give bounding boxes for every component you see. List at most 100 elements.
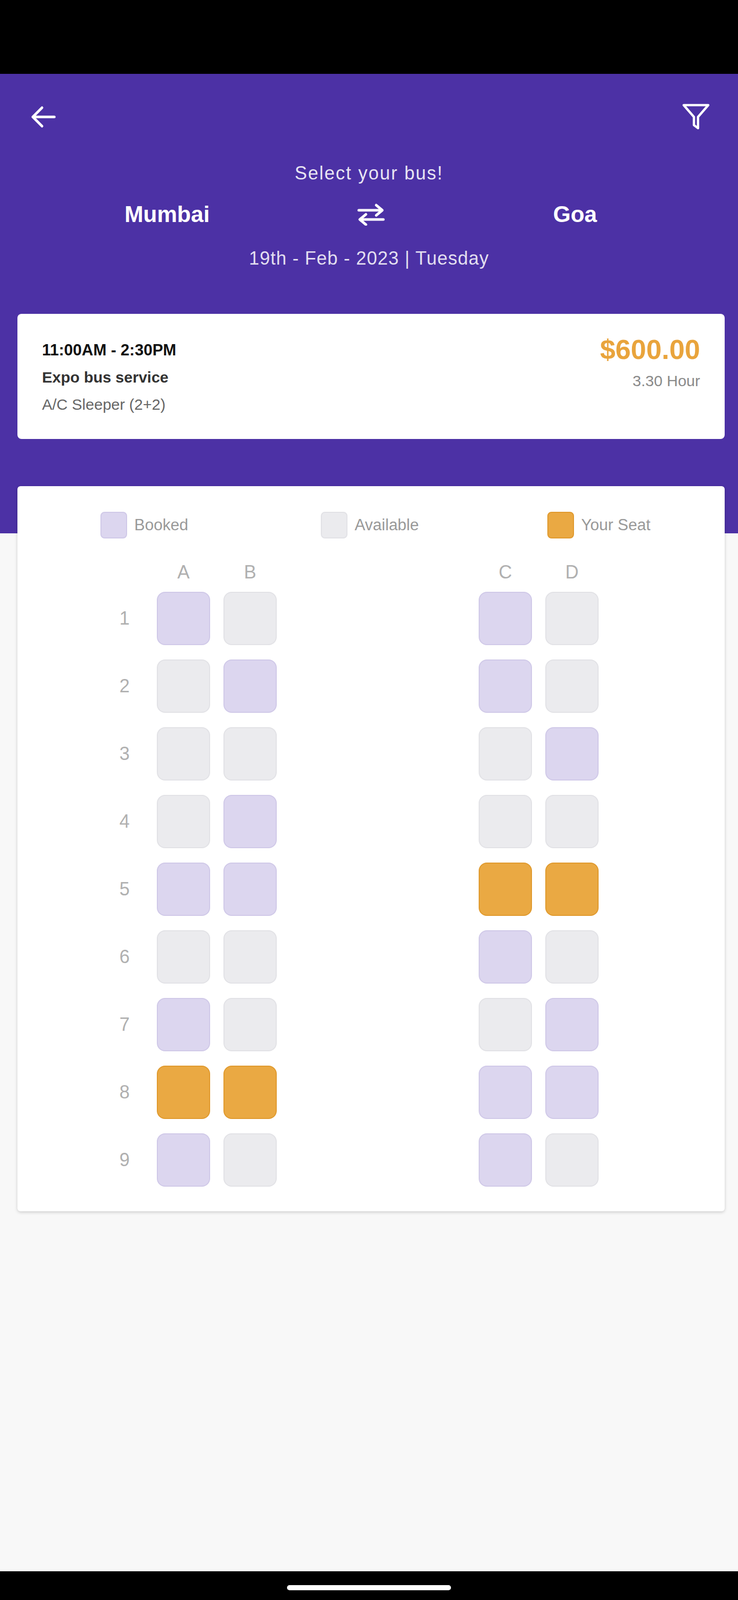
column-headers: AB CD: [17, 559, 725, 585]
legend-swatch: [100, 511, 128, 539]
bus-info: 11:00AM - 2:30PMExpo bus serviceA/C Slee…: [42, 336, 177, 423]
seat-row: 6: [17, 929, 725, 983]
seat: [223, 794, 277, 848]
legend-item: Your Seat: [547, 511, 725, 539]
seat: [156, 591, 211, 645]
seat[interactable]: [223, 929, 277, 983]
row-number: 1: [105, 591, 144, 645]
aisle: [290, 794, 466, 848]
seat[interactable]: [156, 1064, 211, 1119]
seat[interactable]: [156, 726, 211, 781]
seat[interactable]: [156, 929, 211, 983]
legend-swatch: [320, 511, 348, 539]
seat[interactable]: [545, 862, 599, 916]
legend: Booked Available Your Seat: [17, 511, 725, 537]
seat[interactable]: [156, 659, 211, 713]
aisle: [290, 726, 466, 781]
seat[interactable]: [478, 997, 532, 1051]
seat-rows: 1 2 3 4 5 6 7 8 9: [17, 591, 725, 1186]
seat-row: 8: [17, 1064, 725, 1119]
row-number: 4: [105, 794, 144, 848]
bus-operator: Expo bus service: [42, 363, 177, 391]
seat[interactable]: [545, 659, 599, 713]
seat: [478, 1064, 532, 1119]
seat: [478, 659, 532, 713]
aisle: [290, 862, 466, 916]
seat-row: 4: [17, 794, 725, 848]
row-number: 5: [105, 862, 144, 916]
bus-duration: 3.30 Hour: [600, 366, 701, 395]
seat[interactable]: [223, 726, 277, 781]
swap-button[interactable]: [269, 202, 474, 226]
seat: [545, 1064, 599, 1119]
travel-date: 19th - Feb - 2023 | Tuesday: [0, 246, 738, 271]
seat: [223, 862, 277, 916]
bus-fare: $600.003.30 Hour: [600, 336, 701, 423]
column-header: A: [156, 559, 211, 585]
seat-row: 5: [17, 862, 725, 916]
aisle: [290, 1064, 466, 1119]
from-city: Mumbai: [65, 199, 270, 229]
navigation-bar: [0, 1570, 738, 1599]
row-number: 2: [105, 659, 144, 713]
back-arrow-icon: [29, 105, 57, 129]
seat: [156, 862, 211, 916]
seat-row: 2: [17, 659, 725, 713]
seat: [478, 591, 532, 645]
row-number: 8: [105, 1064, 144, 1119]
filter-icon: [681, 102, 711, 132]
column-header: C: [478, 559, 532, 585]
seat-row: 7: [17, 997, 725, 1051]
seat-panel: Booked Available Your Seat AB CD 1 2 3 4 5 6 7 8 9: [17, 485, 725, 1211]
seat[interactable]: [545, 591, 599, 645]
seat: [478, 929, 532, 983]
row-number: 3: [105, 726, 144, 781]
seat[interactable]: [478, 794, 532, 848]
column-header: B: [223, 559, 277, 585]
bus-time: 11:00AM - 2:30PM: [42, 336, 177, 364]
seat[interactable]: [478, 726, 532, 781]
seat-row: 9: [17, 1132, 725, 1186]
status-bar: [0, 0, 738, 74]
seat[interactable]: [545, 1132, 599, 1186]
seat: [156, 1132, 211, 1186]
row-number: 6: [105, 929, 144, 983]
page-title: Select your bus!: [0, 160, 738, 186]
seat: [545, 726, 599, 781]
seat: [156, 997, 211, 1051]
legend-item: Available: [320, 511, 548, 539]
seat[interactable]: [223, 1132, 277, 1186]
seat[interactable]: [478, 862, 532, 916]
column-header: D: [545, 559, 599, 585]
seat[interactable]: [223, 997, 277, 1051]
seat[interactable]: [545, 794, 599, 848]
bus-card[interactable]: 11:00AM - 2:30PMExpo bus serviceA/C Slee…: [17, 313, 725, 439]
seat[interactable]: [156, 794, 211, 848]
bus-type: A/C Sleeper (2+2): [42, 390, 177, 418]
background: [0, 1210, 738, 1571]
row-number: 9: [105, 1132, 144, 1186]
aisle: [290, 659, 466, 713]
legend-label: Your Seat: [581, 515, 651, 535]
seat-row: 3: [17, 726, 725, 781]
bus-price: $600.00: [600, 333, 701, 365]
seat: [478, 1132, 532, 1186]
swap-icon: [355, 202, 387, 226]
legend-swatch: [547, 511, 574, 539]
seat[interactable]: [223, 591, 277, 645]
toolbar: [0, 73, 738, 160]
seat[interactable]: [545, 929, 599, 983]
route: Mumbai Goa: [0, 199, 738, 229]
filter-button[interactable]: [679, 100, 713, 134]
legend-label: Booked: [134, 515, 189, 535]
legend-label: Available: [354, 515, 419, 535]
seat: [545, 997, 599, 1051]
home-indicator[interactable]: [287, 1584, 451, 1590]
row-number: 7: [105, 997, 144, 1051]
to-city: Goa: [473, 199, 678, 229]
aisle: [290, 997, 466, 1051]
legend-item: Booked: [100, 511, 321, 539]
back-button[interactable]: [26, 100, 60, 134]
seat[interactable]: [223, 1064, 277, 1119]
aisle: [290, 1132, 466, 1186]
